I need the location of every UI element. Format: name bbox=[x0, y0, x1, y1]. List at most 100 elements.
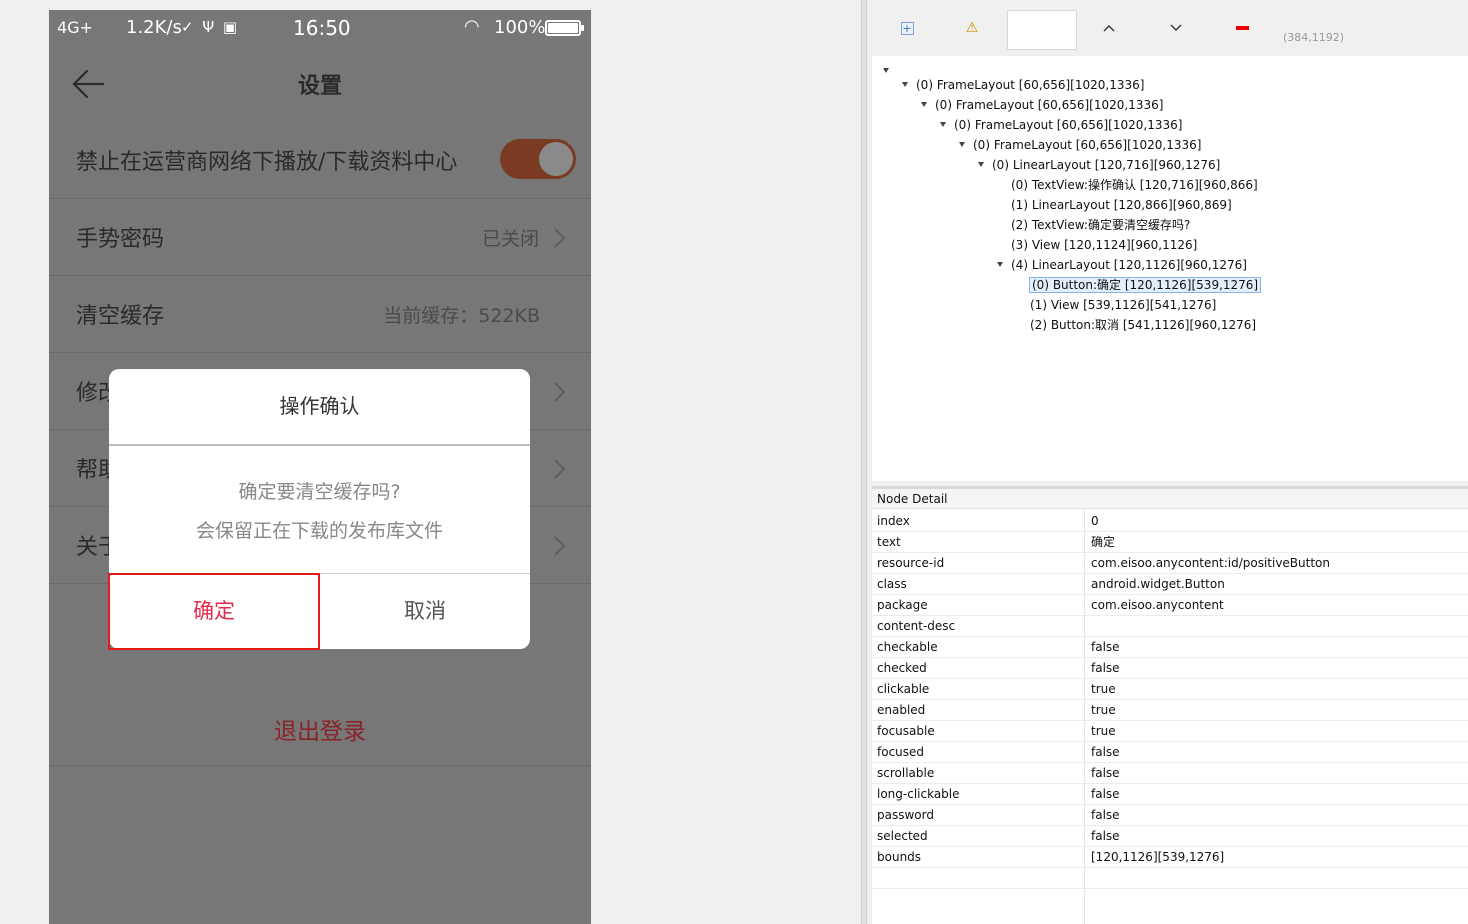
logout-button[interactable]: 退出登录 bbox=[49, 712, 591, 746]
node-detail-panel: Node Detail index 0 text 确定 resource-id com… bbox=[872, 486, 1468, 924]
toggle-knob bbox=[539, 142, 573, 176]
detail-row[interactable]: clickable true bbox=[872, 679, 1468, 700]
tree-node-label: (4) LinearLayout [120,1126][960,1276] bbox=[1011, 258, 1247, 272]
cancel-button[interactable]: 取消 bbox=[320, 574, 530, 649]
detail-key: package bbox=[877, 598, 928, 612]
detail-row[interactable]: package com.eisoo.anycontent bbox=[872, 595, 1468, 616]
detail-row[interactable]: long-clickable false bbox=[872, 784, 1468, 805]
nav-bar: 设置 bbox=[49, 46, 591, 120]
network-speed: 1.2K/s bbox=[126, 17, 182, 38]
confirm-dialog: 操作确认 确定要清空缓存吗? 会保留正在下载的发布库文件 确定 取消 bbox=[109, 369, 530, 649]
detail-key: checkable bbox=[877, 640, 938, 654]
detail-value: 0 bbox=[1091, 514, 1099, 528]
settings-row-clear-cache[interactable]: 清空缓存 当前缓存：522KB bbox=[49, 276, 591, 353]
tree-node[interactable]: (0) FrameLayout [60,656][1020,1336] bbox=[921, 96, 1163, 114]
tree-node[interactable]: (0) LinearLayout [120,716][960,1276] bbox=[978, 156, 1220, 174]
detail-key: long-clickable bbox=[877, 787, 960, 801]
detail-key: password bbox=[877, 808, 934, 822]
detail-value: true bbox=[1091, 703, 1116, 717]
notification-icons: ✓ Ψ ▣ bbox=[181, 18, 240, 36]
detail-key: focusable bbox=[877, 724, 935, 738]
tree-node-selected[interactable]: (0) Button:确定 [120,1126][539,1276] bbox=[1029, 276, 1262, 294]
tree-node-label: (0) FrameLayout [60,656][1020,1336] bbox=[973, 138, 1202, 152]
dialog-message-detail: 会保留正在下载的发布库文件 bbox=[195, 520, 443, 542]
detail-row[interactable]: content-desc bbox=[872, 616, 1468, 637]
detail-row-empty[interactable] bbox=[872, 868, 1468, 889]
tree-node[interactable]: (0) FrameLayout [60,656][1020,1336] bbox=[902, 76, 1144, 94]
page-title: 设置 bbox=[297, 74, 342, 99]
tree-node[interactable]: (4) LinearLayout [120,1126][960,1276] bbox=[997, 256, 1247, 274]
tree-node[interactable]: (0) FrameLayout [60,656][1020,1336] bbox=[940, 116, 1182, 134]
toolbar: + ⚠ (384,1192) bbox=[867, 0, 1468, 56]
detail-row[interactable]: checkable false bbox=[872, 637, 1468, 658]
clear-button[interactable] bbox=[1230, 16, 1254, 40]
search-input[interactable] bbox=[1007, 10, 1077, 50]
node-detail-header: Node Detail bbox=[872, 489, 1468, 509]
expand-triangle-icon bbox=[940, 122, 946, 127]
tree-root[interactable] bbox=[883, 62, 897, 80]
settings-row-label: 清空缓存 bbox=[76, 304, 165, 329]
detail-key: enabled bbox=[877, 703, 926, 717]
detail-row[interactable]: bounds [120,1126][539,1276] bbox=[872, 847, 1468, 868]
settings-row-carrier-download[interactable]: 禁止在运营商网络下播放/下载资料中心 bbox=[49, 122, 591, 199]
battery-icon bbox=[545, 20, 584, 36]
settings-row-label: 手势密码 bbox=[76, 227, 165, 252]
carrier-network-toggle[interactable] bbox=[500, 139, 576, 179]
tree-node-label: (0) Button:确定 [120,1126][539,1276] bbox=[1029, 277, 1262, 293]
warning-icon[interactable]: ⚠ bbox=[960, 16, 984, 40]
minus-icon bbox=[1235, 26, 1249, 30]
detail-key: focused bbox=[877, 745, 925, 759]
chevron-up-icon bbox=[1103, 25, 1115, 32]
detail-row[interactable]: scrollable false bbox=[872, 763, 1468, 784]
tree-node[interactable]: (0) FrameLayout [60,656][1020,1336] bbox=[959, 136, 1201, 154]
confirm-button[interactable]: 确定 bbox=[109, 574, 319, 649]
tree-node[interactable]: (3) View [120,1124][960,1126] bbox=[1011, 236, 1197, 254]
wifi-icon: ◠ bbox=[464, 16, 480, 37]
inspector-panel: + ⚠ (384,1192) (0) FrameLayout [60,656][… bbox=[867, 0, 1468, 924]
chevron-down-icon bbox=[1170, 24, 1182, 31]
divider bbox=[49, 765, 591, 766]
detail-value: 确定 bbox=[1091, 535, 1116, 549]
status-time: 16:50 bbox=[293, 16, 351, 40]
tree-node-label: (1) View [539,1126][541,1276] bbox=[1030, 298, 1217, 312]
detail-value: false bbox=[1091, 640, 1120, 654]
tree-node[interactable]: (2) TextView:确定要清空缓存吗? bbox=[1011, 216, 1190, 234]
tree-node[interactable]: (0) TextView:操作确认 [120,716][960,866] bbox=[1011, 176, 1258, 194]
detail-row[interactable]: resource-id com.eisoo.anycontent:id/posit… bbox=[872, 553, 1468, 574]
dialog-message: 确定要清空缓存吗? bbox=[238, 481, 401, 503]
pointer-coordinates: (384,1192) bbox=[1283, 31, 1345, 44]
chevron-right-icon bbox=[554, 459, 566, 479]
detail-row[interactable]: class android.widget.Button bbox=[872, 574, 1468, 595]
detail-row[interactable]: text 确定 bbox=[872, 532, 1468, 553]
expand-all-button[interactable]: + bbox=[895, 16, 919, 40]
detail-value: android.widget.Button bbox=[1091, 577, 1225, 591]
dialog-title: 操作确认 bbox=[279, 394, 360, 418]
status-bar: 4G+ 1.2K/s ✓ Ψ ▣ 16:50 ◠ 100% bbox=[49, 10, 591, 46]
detail-row[interactable]: index 0 bbox=[872, 511, 1468, 532]
detail-row[interactable]: selected false bbox=[872, 826, 1468, 847]
detail-key: content-desc bbox=[877, 619, 956, 633]
detail-value: true bbox=[1091, 682, 1116, 696]
previous-match-button[interactable] bbox=[1097, 16, 1121, 40]
expand-triangle-icon bbox=[997, 262, 1003, 267]
detail-row[interactable]: enabled true bbox=[872, 700, 1468, 721]
detail-row[interactable]: checked false bbox=[872, 658, 1468, 679]
detail-row[interactable]: password false bbox=[872, 805, 1468, 826]
tree-node[interactable]: (2) Button:取消 [541,1126][960,1276] bbox=[1030, 316, 1256, 334]
tree-node-label: (0) TextView:操作确认 [120,716][960,866] bbox=[1011, 178, 1258, 192]
detail-value: false bbox=[1091, 808, 1120, 822]
expand-triangle-icon bbox=[978, 162, 984, 167]
chevron-right-icon bbox=[554, 228, 566, 248]
expand-triangle-icon bbox=[902, 82, 908, 87]
chevron-right-icon bbox=[554, 536, 566, 556]
detail-row[interactable]: focused false bbox=[872, 742, 1468, 763]
detail-row[interactable]: focusable true bbox=[872, 721, 1468, 742]
detail-value: false bbox=[1091, 829, 1120, 843]
chevron-right-icon bbox=[554, 382, 566, 402]
tree-node-label: (3) View [120,1124][960,1126] bbox=[1011, 238, 1198, 252]
tree-node[interactable]: (1) View [539,1126][541,1276] bbox=[1030, 296, 1216, 314]
network-indicator: 4G+ bbox=[57, 18, 93, 37]
next-match-button[interactable] bbox=[1164, 16, 1188, 40]
settings-row-gesture-password[interactable]: 手势密码 已关闭 bbox=[49, 199, 591, 276]
tree-node[interactable]: (1) LinearLayout [120,866][960,869] bbox=[1011, 196, 1232, 214]
